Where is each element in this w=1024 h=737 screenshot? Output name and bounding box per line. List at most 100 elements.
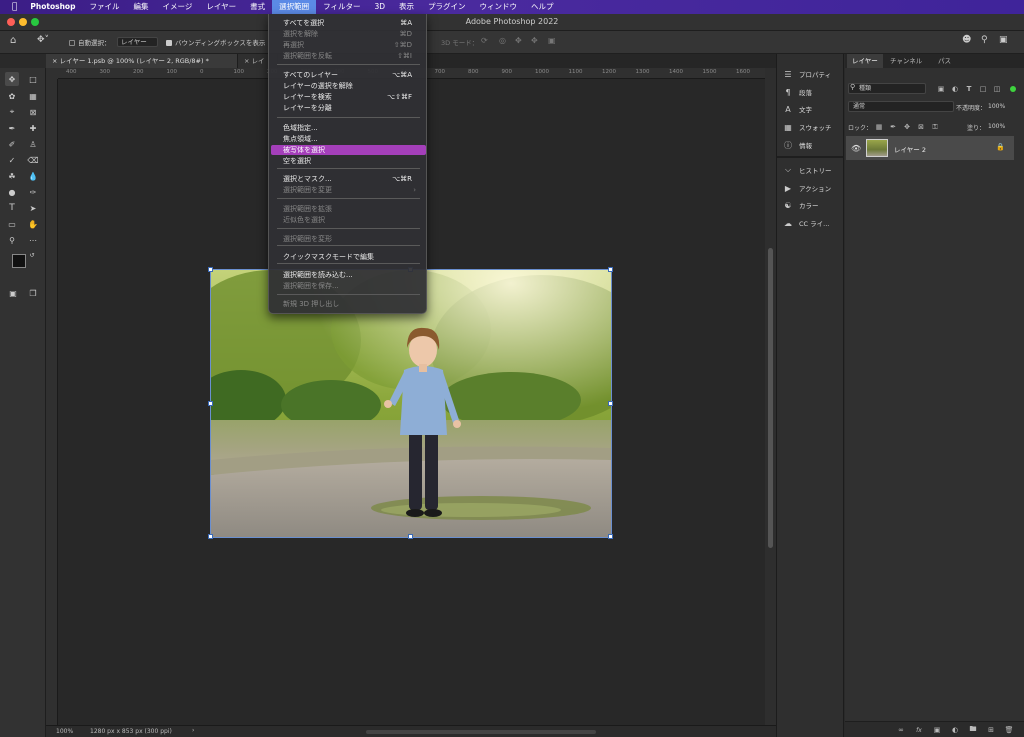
home-icon[interactable]: ⌂ — [10, 35, 16, 46]
layer-name[interactable]: レイヤー 2 — [894, 144, 926, 154]
marquee-tool-icon[interactable]: □ — [26, 72, 40, 86]
menu-item-9[interactable]: 焦点領域... — [271, 134, 426, 144]
trash-icon[interactable]: 🗑 — [1005, 726, 1014, 734]
crop-tool-icon[interactable]: ⌖ — [5, 105, 19, 119]
object-selection-tool-icon[interactable]: ▦ — [26, 89, 40, 103]
panel-history[interactable]: ⌵ ヒストリー — [783, 164, 832, 176]
new-layer-icon[interactable]: ⊞ — [987, 726, 995, 734]
lasso-tool-icon[interactable]: ✿ — [5, 89, 19, 103]
menu-view[interactable]: 表示 — [392, 0, 421, 14]
search-icon[interactable]: ⚲ — [981, 35, 988, 45]
3d-slide-icon[interactable]: ✥ — [531, 36, 538, 45]
blur-tool-icon[interactable]: 💧 — [26, 169, 40, 183]
panel-cc-libraries[interactable]: ☁ CC ライ... — [783, 217, 829, 229]
filter-smart-object-icon[interactable]: ◫ — [993, 85, 1001, 93]
menu-item-0[interactable]: すべてを選択 ⌘A — [271, 18, 426, 28]
foreground-color-swatch[interactable] — [12, 254, 26, 268]
transform-handle[interactable] — [208, 534, 213, 539]
hand-tool-icon[interactable]: ✋ — [26, 217, 40, 231]
fill-value[interactable]: 100% — [988, 123, 1005, 130]
lock-all-icon[interactable]: ⚿ — [931, 123, 939, 131]
swap-colors-icon[interactable]: ↺ — [28, 251, 36, 259]
apple-icon[interactable]:  — [0, 0, 23, 14]
zoom-tool-icon[interactable]: ⚲ — [5, 233, 19, 247]
menu-3d[interactable]: 3D — [367, 0, 392, 14]
pen-tool-icon[interactable]: ✑ — [26, 185, 40, 199]
type-tool-icon[interactable]: T — [5, 201, 19, 215]
eraser-tool-icon[interactable]: ⌫ — [26, 153, 40, 167]
tab-layers[interactable]: レイヤー — [847, 54, 883, 68]
quick-mask-icon[interactable]: ▣ — [6, 286, 20, 300]
3d-roll-icon[interactable]: ◎ — [499, 36, 506, 45]
menu-item-5[interactable]: レイヤーの選択を解除 — [271, 81, 426, 91]
panel-character[interactable]: A 文字 — [783, 103, 812, 115]
move-tool-icon[interactable]: ✥ — [5, 72, 19, 86]
adjustment-layer-icon[interactable]: ◐ — [951, 726, 959, 734]
filter-shape-icon[interactable]: □ — [979, 85, 987, 93]
panel-paragraph[interactable]: ¶ 段落 — [783, 86, 812, 98]
transform-handle[interactable] — [608, 534, 613, 539]
transform-handle[interactable] — [608, 267, 613, 272]
transform-handle[interactable] — [608, 401, 613, 406]
auto-select-target-dropdown[interactable]: レイヤー — [117, 37, 158, 47]
panel-color[interactable]: ☯ カラー — [783, 199, 818, 211]
menu-image[interactable]: イメージ — [155, 0, 199, 14]
rectangle-tool-icon[interactable]: ▭ — [5, 217, 19, 231]
tab-close-icon[interactable]: × — [244, 57, 249, 65]
frame-tool-icon[interactable]: ⊠ — [26, 105, 40, 119]
menu-item-18[interactable]: 選択範囲を読み込む... — [271, 270, 426, 280]
path-selection-tool-icon[interactable]: ➤ — [26, 201, 40, 215]
tab-channels[interactable]: チャンネル — [885, 54, 927, 68]
move-tool-preset-icon[interactable]: ✥˅ — [37, 35, 49, 45]
menu-item-8[interactable]: 色域指定... — [271, 123, 426, 133]
blend-mode-dropdown[interactable]: 通常 — [848, 101, 954, 112]
filter-pixel-icon[interactable]: ▣ — [937, 85, 945, 93]
menu-item-4[interactable]: すべてのレイヤー ⌥⌘A — [271, 70, 426, 80]
tab-document-1[interactable]: × レイヤー 1.psb @ 100% (レイヤー 2, RGB/8#) * — [46, 54, 238, 68]
clone-stamp-tool-icon[interactable]: ♙ — [26, 137, 40, 151]
menu-app-photoshop[interactable]: Photoshop — [23, 0, 82, 14]
tab-close-icon[interactable]: × — [52, 57, 57, 65]
lock-image-icon[interactable]: ✒ — [889, 123, 897, 131]
menu-plugins[interactable]: プラグイン — [421, 0, 473, 14]
more-tools-icon[interactable]: ⋯ — [26, 233, 40, 247]
document-info[interactable]: 1280 px x 853 px (300 ppi) — [90, 728, 172, 735]
menu-item-17[interactable]: クイックマスクモードで編集 — [271, 252, 426, 262]
dodge-tool-icon[interactable]: ● — [5, 185, 19, 199]
menu-item-11[interactable]: 空を選択 — [271, 156, 426, 166]
link-layers-icon[interactable]: ∞ — [897, 726, 905, 734]
healing-brush-tool-icon[interactable]: ✚ — [26, 121, 40, 135]
menu-file[interactable]: ファイル — [82, 0, 126, 14]
bounding-box-checkbox[interactable]: バウンディングボックスを表示 — [166, 37, 265, 47]
vertical-scrollbar[interactable] — [765, 68, 776, 725]
menu-item-6[interactable]: レイヤーを検索 ⌥⇧⌘F — [271, 92, 426, 102]
lock-position-icon[interactable]: ✥ — [903, 123, 911, 131]
visibility-eye-icon[interactable]: 👁 — [851, 144, 861, 153]
layer-row[interactable]: 👁 レイヤー 2 🔒 — [846, 136, 1014, 160]
menu-item-10[interactable]: 被写体を選択 — [271, 145, 426, 155]
screen-mode-icon[interactable]: ❐ — [26, 286, 40, 300]
tab-paths[interactable]: パス — [933, 54, 956, 68]
menu-item-7[interactable]: レイヤーを分離 — [271, 103, 426, 113]
panel-swatches[interactable]: ▦ スウォッチ — [783, 121, 831, 133]
eyedropper-tool-icon[interactable]: ✒ — [5, 121, 19, 135]
lock-transparent-icon[interactable]: ▦ — [875, 123, 883, 131]
layer-filter-dropdown[interactable]: 種類 — [848, 83, 926, 94]
filter-adjustment-icon[interactable]: ◐ — [951, 85, 959, 93]
menu-select[interactable]: 選択範囲 — [272, 0, 317, 14]
status-chevron-icon[interactable]: › — [192, 727, 194, 734]
3d-pan-icon[interactable]: ✥ — [515, 36, 522, 45]
menu-help[interactable]: ヘルプ — [524, 0, 561, 14]
workspace-icon[interactable]: ▣ — [999, 35, 1008, 45]
opacity-value[interactable]: 100% — [988, 103, 1005, 110]
brush-tool-icon[interactable]: ✐ — [5, 137, 19, 151]
menu-window[interactable]: ウィンドウ — [473, 0, 525, 14]
menu-edit[interactable]: 編集 — [126, 0, 155, 14]
panel-properties[interactable]: ☰ プロパティ — [783, 68, 831, 80]
share-icon[interactable]: ☻ — [962, 35, 971, 45]
new-group-icon[interactable]: 🖿 — [969, 725, 977, 734]
history-brush-tool-icon[interactable]: ✓ — [5, 153, 19, 167]
menu-type[interactable]: 書式 — [243, 0, 272, 14]
transform-handle[interactable] — [408, 534, 413, 539]
zoom-level[interactable]: 100% — [56, 728, 73, 735]
